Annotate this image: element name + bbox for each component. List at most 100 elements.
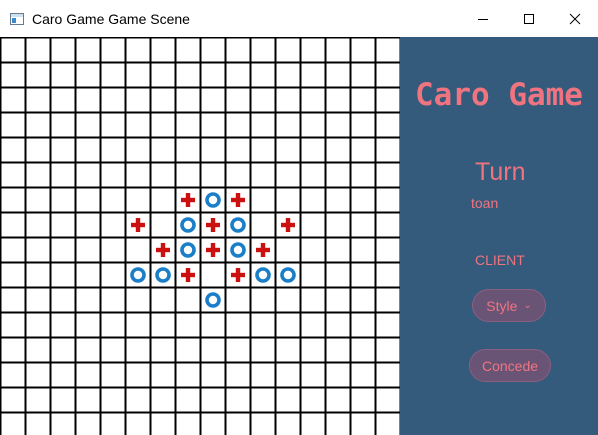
board-cell[interactable] [24, 111, 52, 139]
board-cell[interactable] [74, 311, 102, 339]
board-cell[interactable] [0, 386, 27, 414]
board-cell[interactable] [74, 286, 102, 314]
board-cell[interactable] [274, 411, 302, 435]
board-cell[interactable] [124, 111, 152, 139]
board-cell[interactable] [224, 37, 252, 64]
board-cell[interactable] [0, 136, 27, 164]
board-cell[interactable] [49, 111, 77, 139]
board-cell[interactable] [0, 336, 27, 364]
board-cell[interactable] [374, 186, 401, 214]
board-cell[interactable] [224, 61, 252, 89]
board-cell[interactable] [299, 386, 327, 414]
board-cell[interactable] [0, 286, 27, 314]
board-cell[interactable] [24, 261, 52, 289]
board-cell[interactable] [74, 111, 102, 139]
board-cell[interactable] [174, 236, 202, 264]
board-cell[interactable] [374, 261, 401, 289]
board-cell[interactable] [199, 86, 227, 114]
board-cell[interactable] [49, 161, 77, 189]
board-cell[interactable] [174, 211, 202, 239]
board-cell[interactable] [299, 161, 327, 189]
board-cell[interactable] [224, 386, 252, 414]
board-cell[interactable] [324, 37, 352, 64]
board-cell[interactable] [249, 86, 277, 114]
board-cell[interactable] [0, 261, 27, 289]
board-cell[interactable] [374, 86, 401, 114]
board-cell[interactable] [174, 286, 202, 314]
board-cell[interactable] [149, 361, 177, 389]
board-cell[interactable] [274, 186, 302, 214]
board-cell[interactable] [49, 186, 77, 214]
board-cell[interactable] [224, 411, 252, 435]
board-cell[interactable] [99, 111, 127, 139]
board-cell[interactable] [224, 311, 252, 339]
board-cell[interactable] [274, 361, 302, 389]
board-cell[interactable] [74, 86, 102, 114]
board-cell[interactable] [224, 236, 252, 264]
board-cell[interactable] [49, 61, 77, 89]
board-cell[interactable] [74, 411, 102, 435]
board-cell[interactable] [349, 37, 377, 64]
board-cell[interactable] [224, 111, 252, 139]
board-cell[interactable] [174, 136, 202, 164]
board-cell[interactable] [274, 236, 302, 264]
board-cell[interactable] [124, 361, 152, 389]
board-cell[interactable] [24, 286, 52, 314]
board-cell[interactable] [274, 61, 302, 89]
board-cell[interactable] [224, 211, 252, 239]
board-cell[interactable] [49, 236, 77, 264]
board-cell[interactable] [324, 136, 352, 164]
board-cell[interactable] [99, 86, 127, 114]
board-cell[interactable] [174, 37, 202, 64]
board-cell[interactable] [299, 411, 327, 435]
board-cell[interactable] [0, 37, 27, 64]
board-cell[interactable] [49, 411, 77, 435]
board-cell[interactable] [199, 161, 227, 189]
board-cell[interactable] [0, 111, 27, 139]
board-cell[interactable] [124, 311, 152, 339]
board-cell[interactable] [149, 336, 177, 364]
board-cell[interactable] [324, 61, 352, 89]
board-cell[interactable] [249, 136, 277, 164]
board-cell[interactable] [374, 111, 401, 139]
board-cell[interactable] [24, 86, 52, 114]
concede-button[interactable]: Concede [469, 349, 551, 382]
board-cell[interactable] [249, 211, 277, 239]
board-cell[interactable] [0, 411, 27, 435]
board-cell[interactable] [124, 386, 152, 414]
board-cell[interactable] [299, 136, 327, 164]
board-cell[interactable] [324, 411, 352, 435]
board-cell[interactable] [124, 286, 152, 314]
board-cell[interactable] [24, 211, 52, 239]
board-cell[interactable] [249, 286, 277, 314]
board-cell[interactable] [199, 61, 227, 89]
board-cell[interactable] [49, 261, 77, 289]
board-cell[interactable] [349, 361, 377, 389]
board-cell[interactable] [174, 161, 202, 189]
board-cell[interactable] [49, 286, 77, 314]
board-cell[interactable] [149, 37, 177, 64]
board-cell[interactable] [99, 386, 127, 414]
board-cell[interactable] [249, 386, 277, 414]
board-cell[interactable] [0, 361, 27, 389]
board-cell[interactable] [349, 311, 377, 339]
board-cell[interactable] [274, 161, 302, 189]
board-cell[interactable] [374, 411, 401, 435]
board-cell[interactable] [99, 61, 127, 89]
board-cell[interactable] [49, 86, 77, 114]
board-cell[interactable] [149, 211, 177, 239]
board-cell[interactable] [174, 336, 202, 364]
board-cell[interactable] [24, 386, 52, 414]
board-cell[interactable] [149, 286, 177, 314]
board-cell[interactable] [74, 61, 102, 89]
board-cell[interactable] [374, 211, 401, 239]
board-cell[interactable] [224, 161, 252, 189]
board-cell[interactable] [224, 86, 252, 114]
board-cell[interactable] [124, 336, 152, 364]
board-cell[interactable] [299, 336, 327, 364]
minimize-button[interactable] [460, 0, 506, 37]
board-cell[interactable] [174, 111, 202, 139]
board-cell[interactable] [199, 311, 227, 339]
board-cell[interactable] [374, 236, 401, 264]
board-cell[interactable] [349, 136, 377, 164]
